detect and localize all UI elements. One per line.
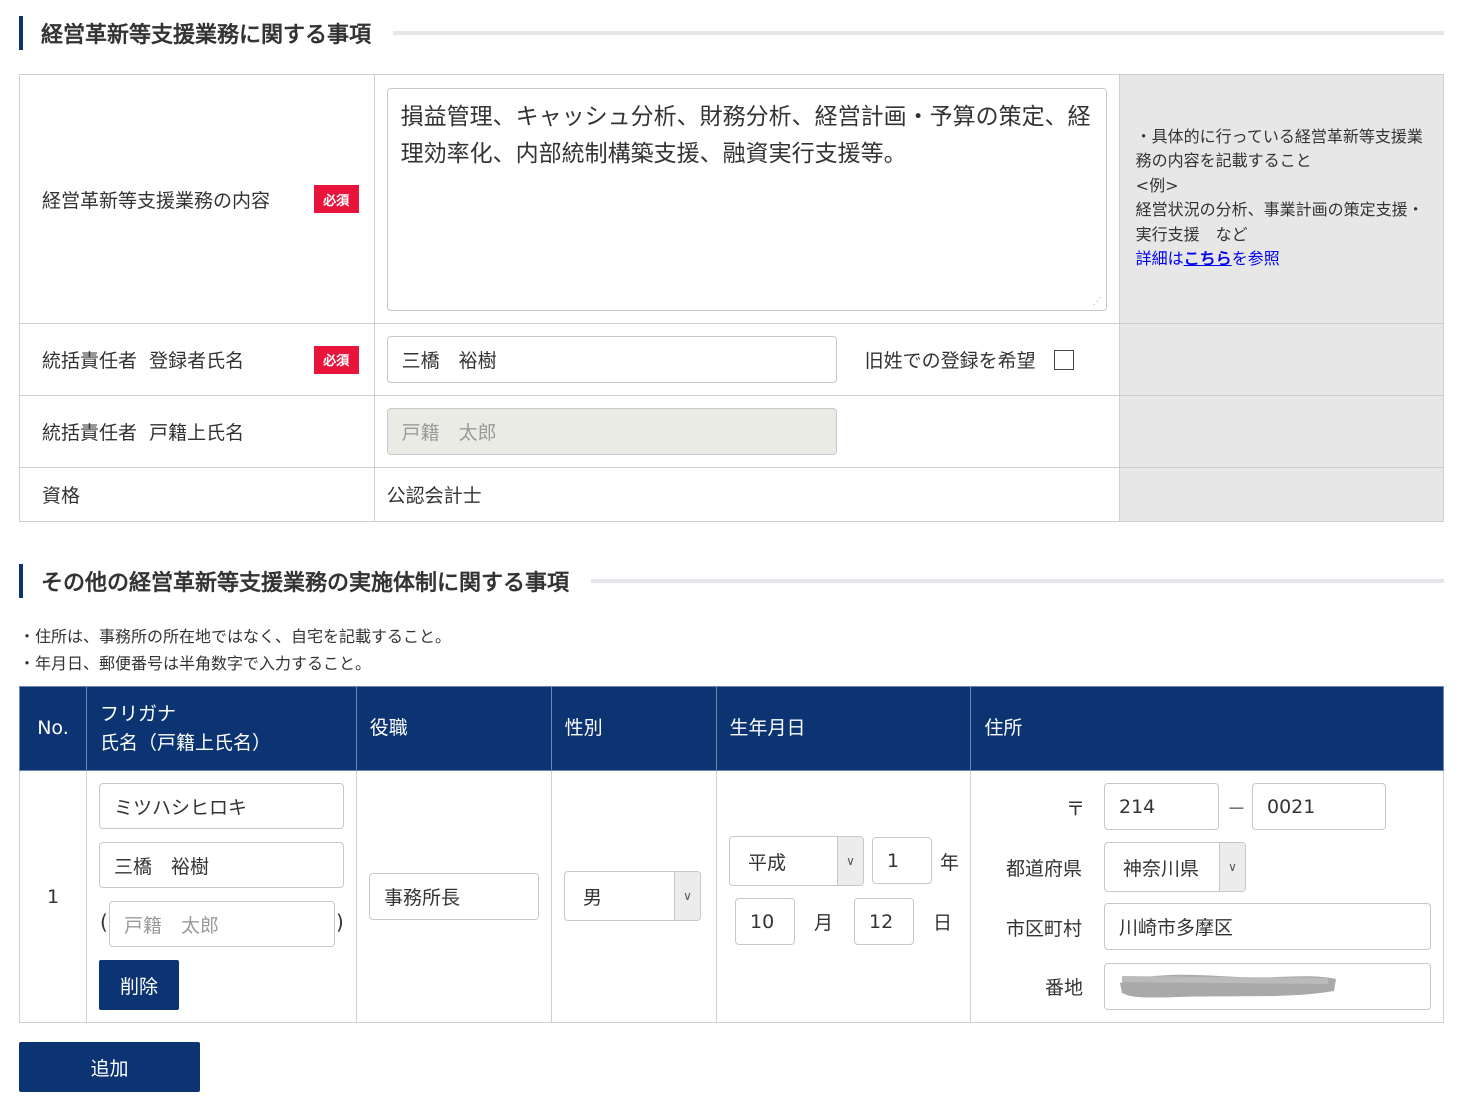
dob-cell — [715, 770, 972, 1023]
gender-select[interactable]: 男 ∨ — [564, 871, 701, 921]
note-cell-empty — [1118, 467, 1445, 522]
qualification-label-cell: 資格 — [19, 467, 375, 522]
section-heading-structure: その他の経営革新等支援業務の実施体制に関する事項 — [19, 564, 1444, 598]
delete-button[interactable]: 削除 — [99, 960, 179, 1010]
heading-accent-bar — [19, 16, 23, 50]
maiden-name-label: 旧姓での登録を希望 — [864, 350, 1036, 372]
content-label: 経営革新等支援業務の内容 — [42, 189, 271, 212]
note-line: ・具体的に行っている経営革新等支援業務の内容を記載すること — [1135, 126, 1423, 171]
required-badge: 必須 — [313, 185, 359, 213]
row-no-cell: 1 — [19, 770, 87, 1023]
name-input[interactable]: 三橋 裕樹 — [99, 842, 344, 888]
day-unit: 日 — [933, 912, 953, 934]
table-row: 資格 公認会計士 — [19, 467, 1445, 522]
registrant-label-cell: 統括責任者 登録者氏名 必須 — [19, 323, 375, 396]
heading-rule — [591, 579, 1444, 583]
content-note-cell: ・具体的に行っている経営革新等支援業務の内容を記載すること <例> 経営状況の分… — [1118, 74, 1445, 324]
month-input[interactable]: 10 — [735, 898, 795, 945]
content-textarea[interactable]: 損益管理、キャッシュ分析、財務分析、経営計画・予算の策定、経理効率化、内部統制構… — [386, 87, 1107, 311]
link-suffix: を参照 — [1231, 249, 1280, 268]
month-unit: 月 — [814, 912, 834, 934]
header-furigana: フリガナ — [99, 702, 176, 725]
registrant-input-cell: 三橋 裕樹 旧姓での登録を希望 — [373, 323, 1120, 396]
redaction-scribble — [1120, 974, 1336, 998]
section-heading-support-business: 経営革新等支援業務に関する事項 — [19, 16, 1444, 50]
prefecture-value: 神奈川県 — [1123, 857, 1200, 880]
city-label: 市区町村 — [1006, 918, 1083, 940]
koseki-label: 統括責任者 戸籍上氏名 — [42, 422, 245, 444]
koseki-name-row-input[interactable]: 戸籍 太郎 — [109, 901, 335, 947]
table-row: 統括責任者 登録者氏名 必須 三橋 裕樹 旧姓での登録を希望 — [19, 323, 1445, 396]
city-input[interactable]: 川崎市多摩区 — [1104, 903, 1431, 950]
instructions: ・住所は、事務所の所在地ではなく、自宅を記載すること。 ・年月日、郵便番号は半角… — [19, 623, 451, 677]
year-unit: 年 — [940, 852, 960, 874]
header-position: 役職 — [355, 686, 552, 771]
era-value: 平成 — [748, 851, 787, 874]
add-button[interactable]: 追加 — [19, 1042, 200, 1092]
qualification-value: 公認会計士 — [386, 485, 482, 507]
content-label-cell: 経営革新等支援業務の内容 必須 — [19, 74, 375, 324]
table-header-row: No. フリガナ 氏名（戸籍上氏名） 役職 性別 生年月日 住所 — [19, 686, 1444, 771]
day-input[interactable]: 12 — [854, 898, 914, 945]
year-input[interactable]: 1 — [872, 837, 932, 884]
heading-rule — [393, 31, 1444, 35]
position-input[interactable]: 事務所長 — [369, 873, 539, 920]
section-title: その他の経営革新等支援業務の実施体制に関する事項 — [41, 571, 570, 596]
heading-accent-bar — [19, 564, 23, 598]
street-label: 番地 — [1045, 977, 1084, 999]
table-row: 経営革新等支援業務の内容 必須 損益管理、キャッシュ分析、財務分析、経営計画・予… — [19, 74, 1445, 324]
postal-mark: 〒 — [1066, 798, 1086, 820]
instruction-line: ・年月日、郵便番号は半角数字で入力すること。 — [19, 654, 372, 673]
link-prefix: 詳細は — [1135, 249, 1184, 268]
header-name: フリガナ 氏名（戸籍上氏名） — [85, 686, 357, 771]
paren-close: ) — [336, 910, 344, 934]
registrant-name-input[interactable]: 三橋 裕樹 — [386, 336, 837, 383]
koseki-label-cell: 統括責任者 戸籍上氏名 — [19, 395, 375, 468]
chevron-down-icon: ∨ — [837, 837, 863, 885]
header-address: 住所 — [970, 686, 1444, 771]
qualification-value-cell: 公認会計士 — [373, 467, 1120, 522]
header-dob: 生年月日 — [715, 686, 972, 771]
maiden-name-checkbox[interactable] — [1053, 349, 1074, 370]
section-title: 経営革新等支援業務に関する事項 — [41, 23, 372, 48]
instruction-line: ・住所は、事務所の所在地ではなく、自宅を記載すること。 — [19, 627, 452, 646]
koseki-name-input: 戸籍 太郎 — [386, 408, 837, 455]
content-text: 損益管理、キャッシュ分析、財務分析、経営計画・予算の策定、経理効率化、内部統制構… — [400, 103, 1091, 167]
prefecture-label: 都道府県 — [1006, 858, 1083, 880]
qualification-label: 資格 — [42, 485, 81, 507]
note-line: <例> — [1135, 175, 1179, 195]
registrant-label: 統括責任者 登録者氏名 — [42, 350, 245, 372]
postal-code-2-input[interactable]: 0021 — [1252, 783, 1386, 830]
header-gender: 性別 — [550, 686, 717, 771]
koseki-input-cell: 戸籍 太郎 — [373, 395, 1120, 468]
note-cell-empty — [1118, 323, 1445, 396]
table-row: 統括責任者 戸籍上氏名 戸籍 太郎 — [19, 395, 1445, 468]
support-business-table: 経営革新等支援業務の内容 必須 損益管理、キャッシュ分析、財務分析、経営計画・予… — [19, 74, 1445, 522]
content-input-cell: 損益管理、キャッシュ分析、財務分析、経営計画・予算の策定、経理効率化、内部統制構… — [373, 74, 1120, 324]
furigana-input[interactable]: ミツハシヒロキ — [99, 783, 344, 829]
chevron-down-icon: ∨ — [674, 872, 700, 920]
details-link-line: 詳細はこちらを参照 — [1136, 247, 1429, 272]
resize-grip-icon[interactable]: ⋰ — [1093, 297, 1103, 307]
postal-dash: － — [1227, 798, 1247, 820]
header-no: No. — [19, 686, 87, 771]
details-link[interactable]: こちら — [1184, 249, 1232, 268]
note-cell-empty — [1118, 395, 1445, 468]
header-name-label: 氏名（戸籍上氏名） — [99, 731, 271, 754]
note-line: 経営状況の分析、事業計画の策定支援・実行支援 など — [1135, 200, 1424, 244]
postal-code-1-input[interactable]: 214 — [1104, 783, 1219, 830]
chevron-down-icon: ∨ — [1219, 843, 1245, 891]
required-badge: 必須 — [313, 345, 359, 374]
prefecture-select[interactable]: 神奈川県 ∨ — [1104, 842, 1246, 892]
paren-open: ( — [100, 910, 108, 934]
gender-value: 男 — [583, 886, 603, 909]
era-select[interactable]: 平成 ∨ — [729, 836, 864, 886]
row-no: 1 — [46, 885, 60, 908]
